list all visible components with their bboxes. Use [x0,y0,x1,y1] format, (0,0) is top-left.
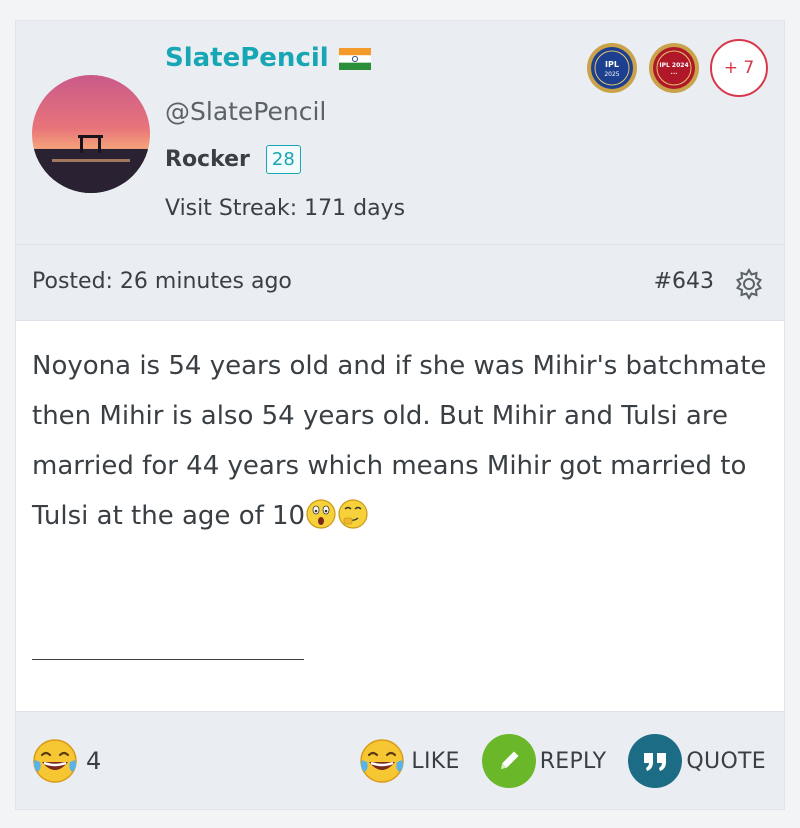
user-handle: @SlatePencil [165,97,327,126]
rank-row: Rocker 28 [165,145,301,174]
username-link[interactable]: SlatePencil [165,43,329,73]
post-text: Noyona is 54 years old and if she was Mi… [32,341,777,541]
user-profile-header: SlatePencil @SlatePencil Rocker 28 Visit… [16,21,784,245]
avatar[interactable] [32,75,150,193]
level-badge: 28 [265,145,301,174]
ipl-2025-badge-icon[interactable]: IPL 2025 [586,42,638,94]
user-rank: Rocker [165,147,250,172]
reaction-count: 4 [86,747,102,775]
like-button[interactable]: LIKE [357,736,459,786]
laughing-emoji-icon [357,736,407,786]
like-label: LIKE [411,748,460,774]
pencil-icon [481,734,536,788]
posted-time: Posted: 26 minutes ago [32,269,292,294]
post-card: SlatePencil @SlatePencil Rocker 28 Visit… [15,20,785,810]
quote-label: QUOTE [686,748,766,774]
post-number-link[interactable]: #643 [654,269,714,294]
india-flag-icon [338,47,371,70]
reaction-summary[interactable]: 4 [30,736,101,786]
signature-divider [32,659,304,660]
shocked-emoji-icon [305,497,337,529]
post-actions: LIKE REPLY QUOTE [357,734,766,788]
reply-button[interactable]: REPLY [481,734,607,788]
more-badges-button[interactable]: + 7 [710,39,768,97]
thinking-emoji-icon [337,497,369,529]
post-meta-bar: Posted: 26 minutes ago #643 [16,245,784,321]
post-footer: 4 LIKE REPLY QUOTE [16,711,784,809]
svg-text:IPL 2024: IPL 2024 [659,62,688,69]
svg-text:•••: ••• [670,71,677,76]
reply-label: REPLY [539,748,607,774]
badge-list: IPL 2025 IPL 2024 ••• + 7 [586,39,768,97]
gear-icon[interactable] [732,267,766,301]
quote-button[interactable]: QUOTE [628,734,766,788]
post-text-content: Noyona is 54 years old and if she was Mi… [32,351,767,531]
visit-streak: Visit Streak: 171 days [165,196,406,221]
post-body: Noyona is 54 years old and if she was Mi… [16,321,784,711]
ipl-2024-badge-icon[interactable]: IPL 2024 ••• [648,42,700,94]
svg-text:2025: 2025 [604,71,619,78]
username-row: SlatePencil [165,43,371,73]
svg-text:IPL: IPL [605,60,619,69]
laughing-emoji-icon [30,736,80,786]
quote-icon [628,734,683,788]
